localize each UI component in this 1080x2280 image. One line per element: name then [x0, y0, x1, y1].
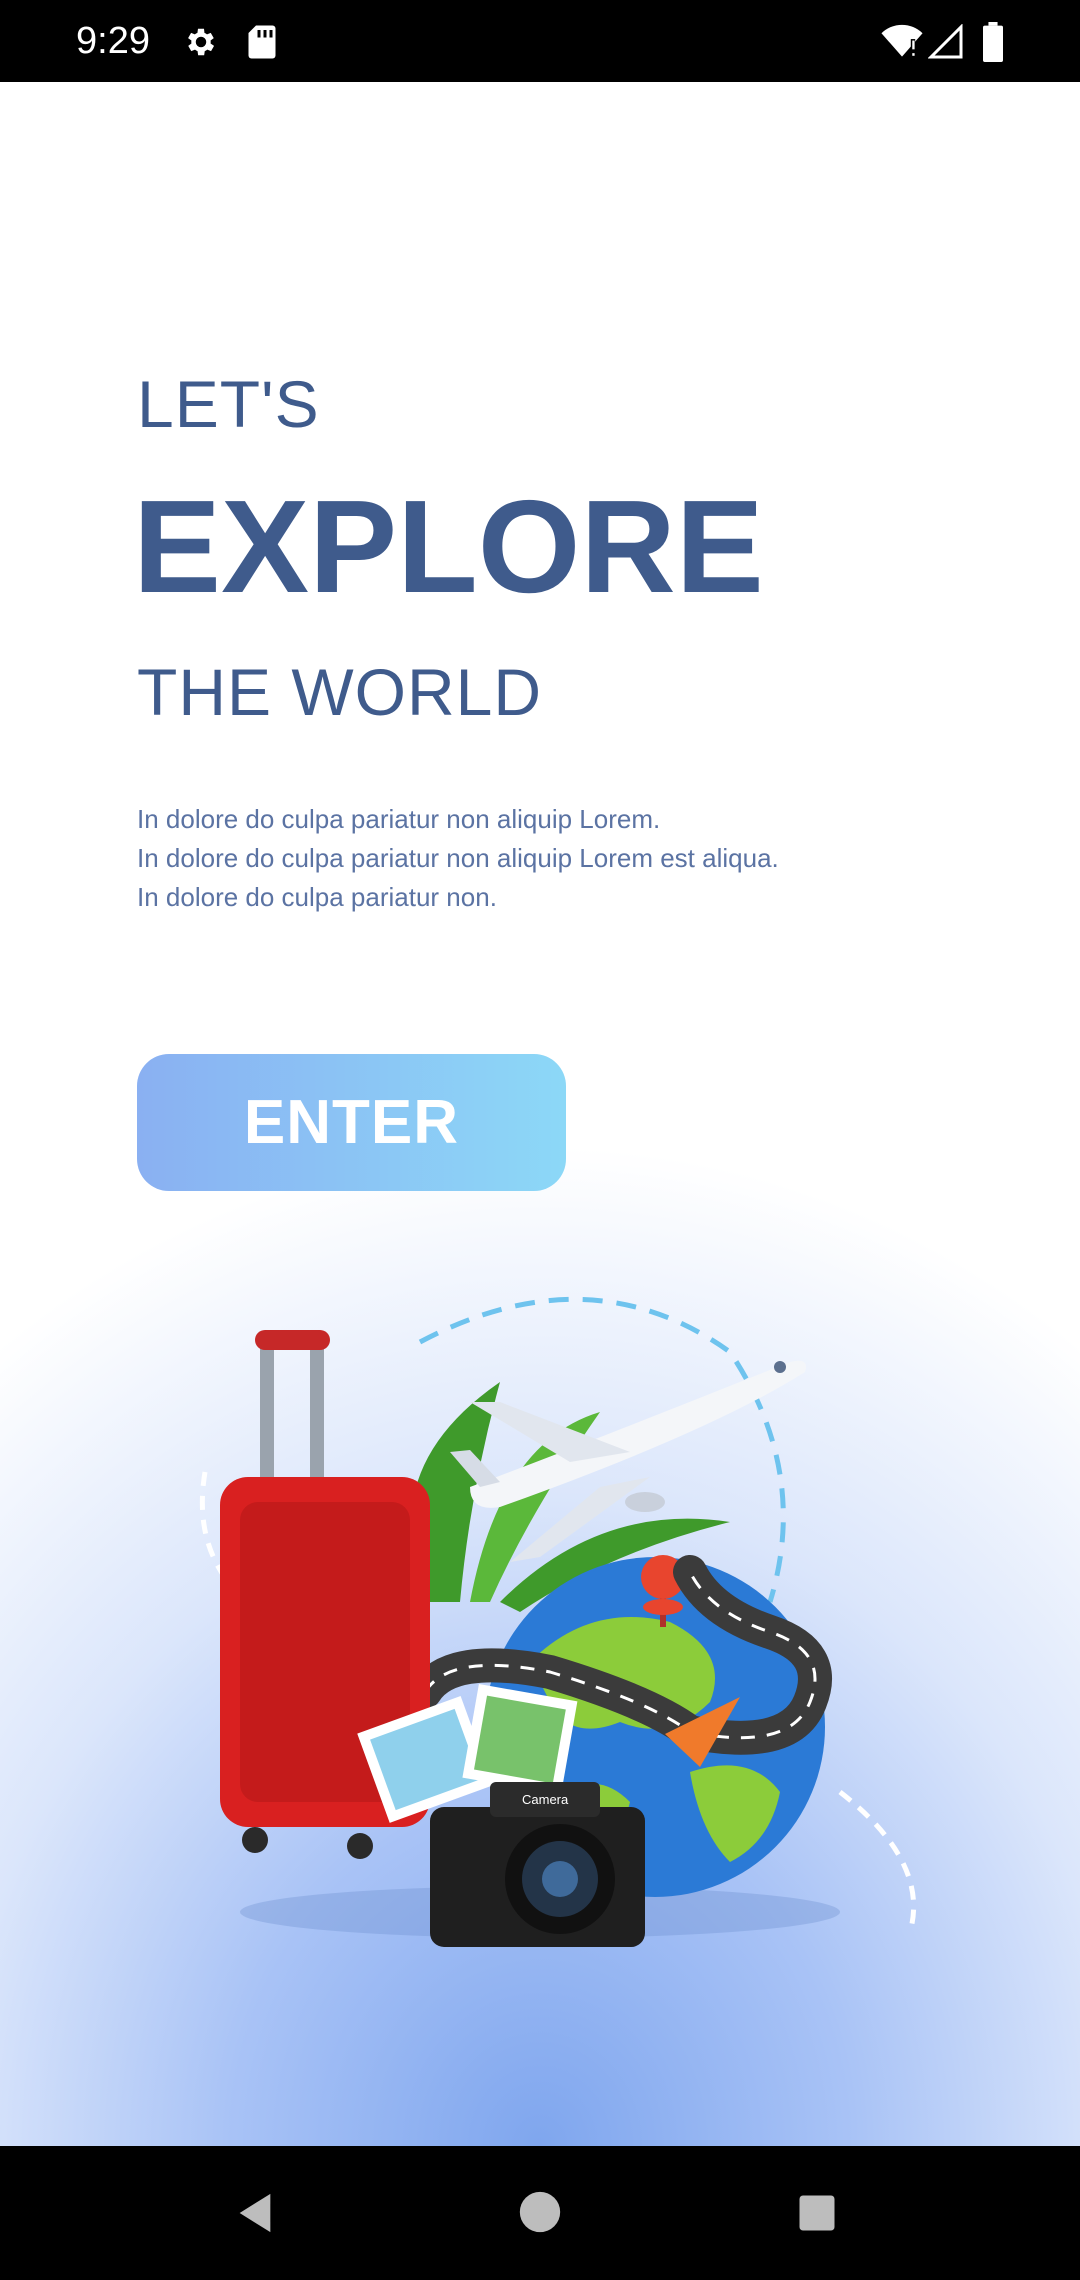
headline-explore: EXPLORE	[133, 473, 764, 620]
screen: 9:29 LET'S EXPLORE THE WORLD In dolore d…	[0, 0, 1080, 2280]
sd-card-icon	[248, 25, 276, 59]
headline-the-world: THE WORLD	[137, 655, 542, 729]
status-time: 9:29	[76, 20, 150, 62]
camera-label: Camera	[522, 1792, 569, 1807]
enter-button[interactable]: ENTER	[137, 1054, 566, 1191]
headline-lets: LET'S	[137, 367, 320, 441]
home-icon[interactable]	[518, 2190, 562, 2234]
dashed-path-decoration	[838, 1790, 917, 1933]
navigation-bar	[0, 2146, 1080, 2280]
battery-icon	[983, 22, 1003, 62]
description-line: In dolore do culpa pariatur non aliquip …	[137, 843, 779, 873]
description-line: In dolore do culpa pariatur non aliquip …	[137, 804, 661, 834]
back-icon[interactable]	[232, 2190, 278, 2236]
recents-icon[interactable]	[796, 2192, 838, 2234]
gear-icon	[188, 28, 215, 56]
travel-illustration: Camera	[199, 1296, 917, 1947]
signal-icon	[928, 24, 963, 59]
description-line: In dolore do culpa pariatur non.	[137, 882, 497, 912]
status-bar: 9:29	[0, 0, 1080, 82]
description-text: In dolore do culpa pariatur non aliquip …	[137, 800, 987, 917]
wifi-icon	[881, 24, 923, 57]
welcome-screen: LET'S EXPLORE THE WORLD In dolore do cul…	[0, 82, 1080, 2146]
